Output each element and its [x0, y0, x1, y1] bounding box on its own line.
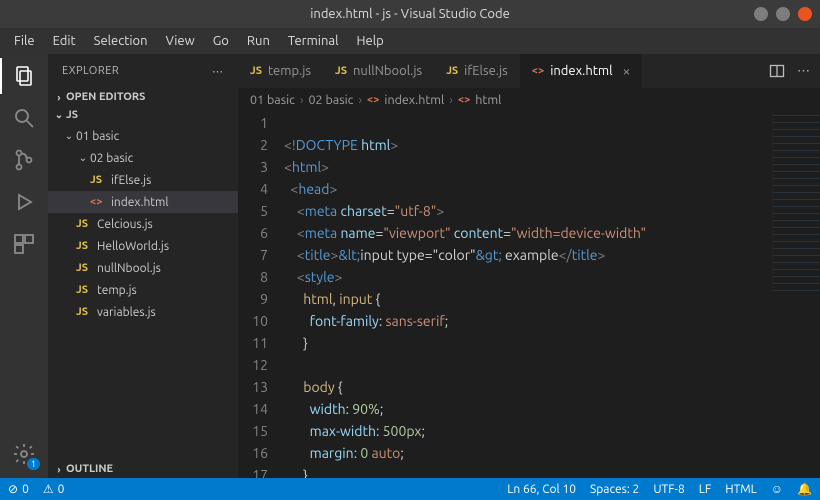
status-spaces[interactable]: Spaces: 2: [590, 482, 639, 496]
folder-02-basic[interactable]: ⌄02 basic: [48, 147, 238, 169]
menu-help[interactable]: Help: [348, 32, 391, 50]
file-temp[interactable]: JStemp.js: [48, 279, 238, 301]
menu-terminal[interactable]: Terminal: [280, 32, 347, 50]
sidebar: EXPLORER ⋯ ›OPEN EDITORS ⌄JS ⌄01 basic ⌄…: [48, 54, 238, 478]
editor-area: JStemp.js JSnullNbool.js JSifElse.js <>i…: [238, 54, 820, 478]
menu-go[interactable]: Go: [205, 32, 237, 50]
file-nullnbool[interactable]: JSnullNbool.js: [48, 257, 238, 279]
menubar: File Edit Selection View Go Run Terminal…: [0, 28, 820, 54]
search-icon[interactable]: [10, 104, 38, 132]
menu-file[interactable]: File: [6, 32, 43, 50]
activity-bar: 1: [0, 54, 48, 478]
explorer-icon[interactable]: [10, 62, 38, 90]
breadcrumb[interactable]: 01 basic› 02 basic› <>index.html› <>html: [238, 88, 820, 112]
main-area: 1 EXPLORER ⋯ ›OPEN EDITORS ⌄JS ⌄01 basic…: [0, 54, 820, 478]
window-maximize-button[interactable]: [776, 7, 790, 21]
sidebar-more-icon[interactable]: ⋯: [212, 65, 224, 78]
tab-index-html[interactable]: <>index.html×: [520, 54, 643, 88]
status-warnings[interactable]: ⚠0: [43, 482, 65, 496]
workspace-section[interactable]: ⌄JS: [48, 106, 238, 124]
status-eol[interactable]: LF: [699, 482, 711, 496]
tab-temp[interactable]: JStemp.js: [238, 54, 323, 88]
menu-selection[interactable]: Selection: [86, 32, 156, 50]
status-encoding[interactable]: UTF-8: [653, 482, 684, 496]
close-icon[interactable]: ×: [623, 63, 631, 79]
minimap[interactable]: [772, 112, 820, 292]
editor-more-icon[interactable]: ⋯: [797, 64, 810, 79]
menu-edit[interactable]: Edit: [45, 32, 84, 50]
file-variables[interactable]: JSvariables.js: [48, 301, 238, 323]
open-editors-section[interactable]: ›OPEN EDITORS: [48, 88, 238, 106]
window-minimize-button[interactable]: [754, 7, 768, 21]
status-lncol[interactable]: Ln 66, Col 10: [507, 482, 576, 496]
outline-section[interactable]: ›OUTLINE: [48, 460, 238, 478]
editor-tabs: JStemp.js JSnullNbool.js JSifElse.js <>i…: [238, 54, 820, 88]
window-controls: [754, 7, 812, 21]
split-editor-icon[interactable]: [769, 63, 785, 79]
file-celcious[interactable]: JSCelcious.js: [48, 213, 238, 235]
error-icon: ⊘: [8, 482, 18, 496]
statusbar: ⊘0 ⚠0 Ln 66, Col 10 Spaces: 2 UTF-8 LF H…: [0, 478, 820, 500]
tab-ifelse[interactable]: JSifElse.js: [434, 54, 520, 88]
extensions-icon[interactable]: [10, 230, 38, 258]
settings-badge: 1: [27, 458, 40, 470]
file-tree: ⌄01 basic ⌄02 basic JSifElse.js <>index.…: [48, 124, 238, 324]
settings-gear-icon[interactable]: 1: [10, 440, 38, 468]
notifications-icon[interactable]: 🔔: [797, 482, 812, 496]
titlebar: index.html - js - Visual Studio Code: [0, 0, 820, 28]
window-title: index.html - js - Visual Studio Code: [8, 7, 812, 21]
window-close-button[interactable]: [798, 7, 812, 21]
folder-01-basic[interactable]: ⌄01 basic: [48, 125, 238, 147]
file-ifelse[interactable]: JSifElse.js: [48, 169, 238, 191]
source-control-icon[interactable]: [10, 146, 38, 174]
menu-view[interactable]: View: [158, 32, 203, 50]
code-body[interactable]: <!DOCTYPE html> <html> <head> <meta char…: [284, 112, 820, 478]
code-editor[interactable]: 12345678910111213141516171819 <!DOCTYPE …: [238, 112, 820, 478]
status-language[interactable]: HTML: [725, 482, 757, 496]
file-index-html[interactable]: <>index.html: [48, 191, 238, 213]
run-debug-icon[interactable]: [10, 188, 38, 216]
sidebar-title: EXPLORER ⋯: [48, 54, 238, 88]
status-errors[interactable]: ⊘0: [8, 482, 29, 496]
line-gutter: 12345678910111213141516171819: [238, 112, 284, 478]
file-helloworld[interactable]: JSHelloWorld.js: [48, 235, 238, 257]
warning-icon: ⚠: [43, 482, 54, 496]
menu-run[interactable]: Run: [239, 32, 278, 50]
tab-nullnbool[interactable]: JSnullNbool.js: [323, 54, 434, 88]
feedback-icon[interactable]: ☺: [771, 482, 783, 496]
